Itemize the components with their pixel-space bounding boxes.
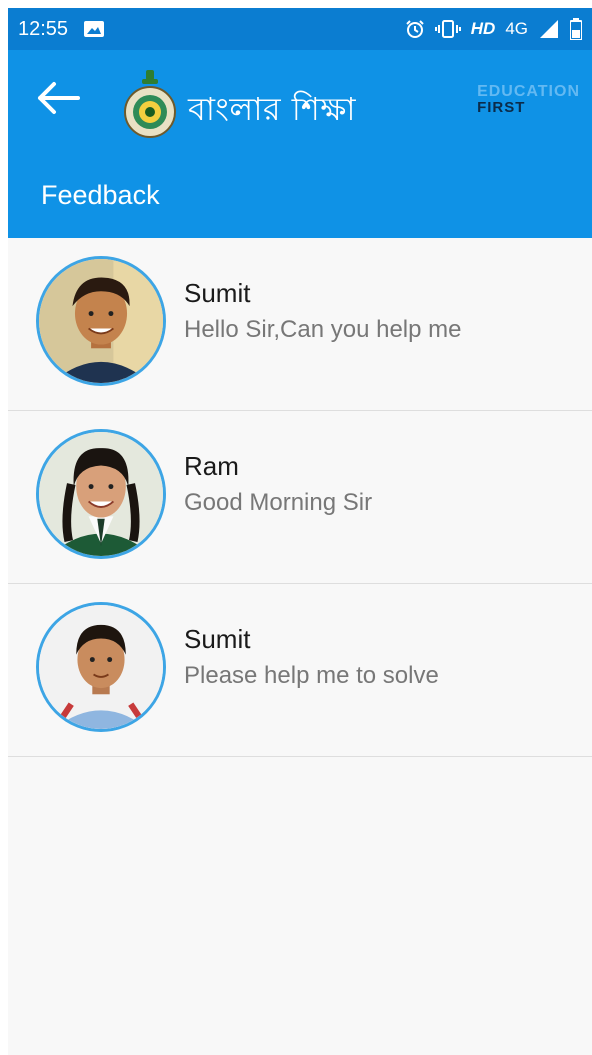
feedback-item[interactable]: Sumit Please help me to solve (8, 584, 592, 757)
status-time: 12:55 (18, 17, 69, 40)
sender-name: Sumit (184, 278, 251, 308)
sender-name: Sumit (184, 624, 251, 654)
screen: 12:55 HD 4G বাংলার শিক্ষা EDUCATION FIRS… (8, 8, 592, 1055)
brand-line2: FIRST (477, 99, 526, 116)
page-title: Feedback (41, 180, 160, 210)
vibrate-icon (434, 20, 461, 38)
brand-line1: EDUCATION (477, 83, 580, 100)
avatar (36, 602, 166, 732)
signal-icon (540, 20, 558, 38)
emblem-icon (124, 70, 176, 138)
brand-logo: EDUCATION FIRST (477, 84, 580, 116)
avatar (36, 429, 166, 559)
app-bar: বাংলার শিক্ষা EDUCATION FIRST Feedback (8, 50, 592, 238)
status-bar: 12:55 HD 4G (8, 8, 592, 50)
status-icons: HD 4G (405, 18, 582, 40)
network-type: 4G (505, 19, 528, 38)
message-preview: Good Morning Sir (184, 489, 373, 516)
student-photo-icon (39, 432, 163, 556)
avatar (36, 256, 166, 386)
network-hd: HD (470, 19, 496, 38)
sender-name: Ram (184, 451, 239, 481)
message-preview: Hello Sir,Can you help me (184, 316, 462, 343)
feedback-list: Sumit Hello Sir,Can you help me Ram Good… (8, 238, 592, 757)
image-notification-icon (84, 21, 105, 37)
app-title: বাংলার শিক্ষা (188, 90, 357, 128)
feedback-item[interactable]: Sumit Hello Sir,Can you help me (8, 238, 592, 411)
message-preview: Please help me to solve (184, 662, 439, 689)
student-photo-icon (39, 605, 163, 729)
battery-icon (570, 18, 582, 40)
student-photo-icon (39, 259, 163, 383)
feedback-item[interactable]: Ram Good Morning Sir (8, 411, 592, 584)
back-arrow-icon[interactable] (34, 78, 80, 118)
alarm-icon (406, 20, 424, 38)
